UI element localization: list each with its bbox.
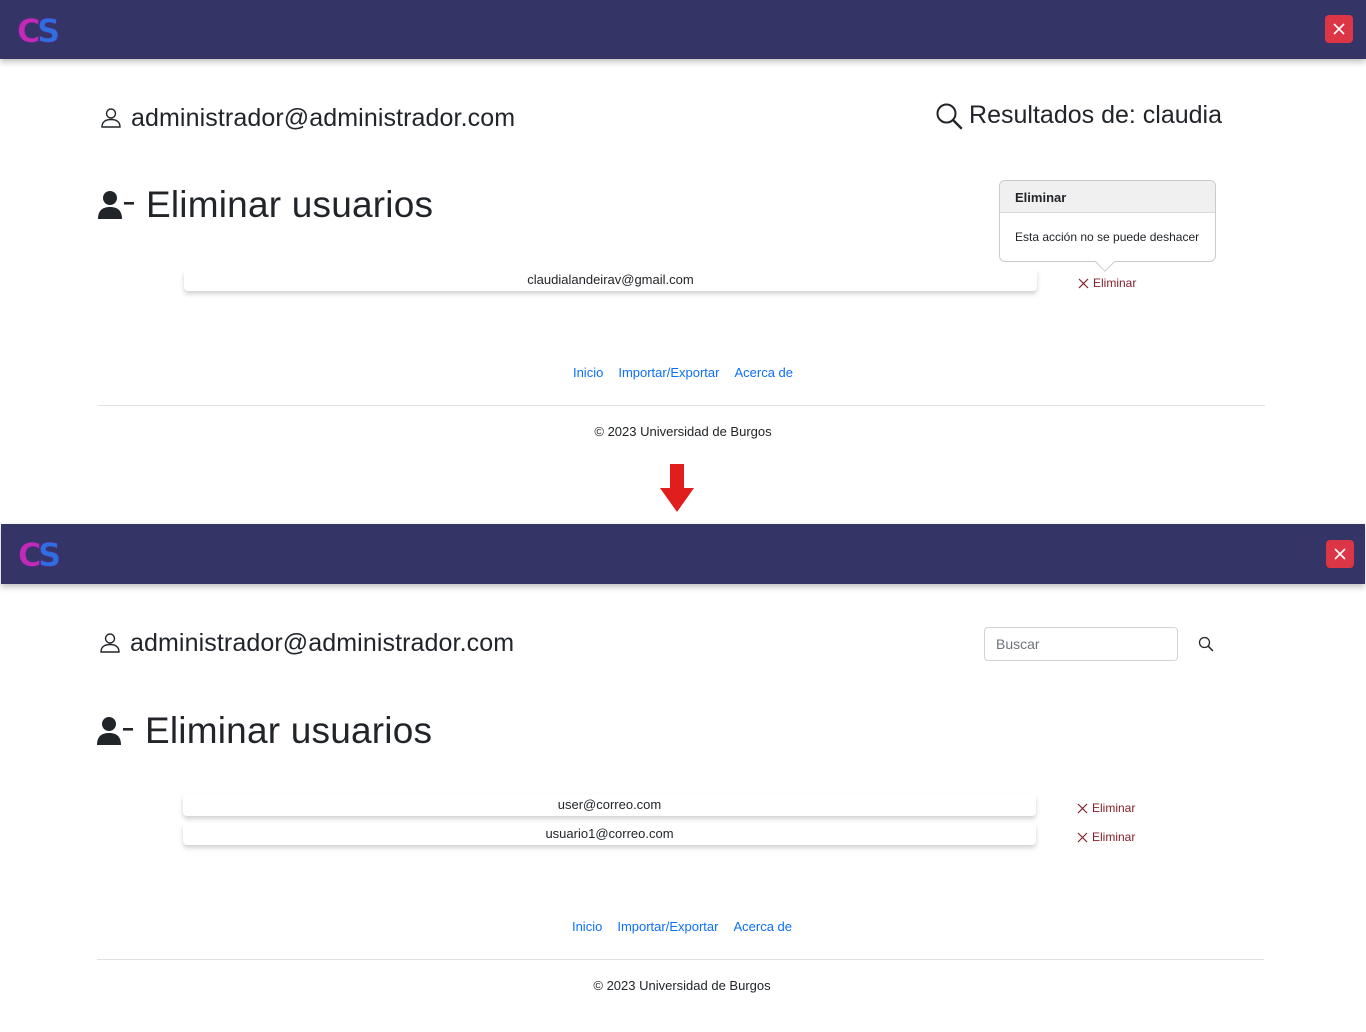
- user-email: administrador@administrador.com: [131, 103, 516, 132]
- popover-title: Eliminar: [1000, 181, 1215, 213]
- results-text: Resultados de: claudia: [969, 101, 1222, 129]
- popover-arrow: [1095, 252, 1115, 272]
- user-icon: [100, 633, 120, 653]
- x-icon: [1077, 832, 1088, 842]
- footer-divider: [98, 405, 1265, 406]
- screenshot-before: CS administrador@administrador.com Resul…: [0, 0, 1366, 462]
- footer-nav: Inicio Importar/Exportar Acerca de: [0, 365, 1366, 380]
- brand-logo[interactable]: CS: [16, 12, 76, 48]
- close-button[interactable]: [1325, 15, 1353, 43]
- footer-link-importar-exportar[interactable]: Importar/Exportar: [617, 919, 718, 934]
- user-row: usuario1@correo.com: [183, 823, 1036, 845]
- footer-link-inicio[interactable]: Inicio: [572, 919, 602, 934]
- x-icon: [1077, 803, 1088, 813]
- search-button[interactable]: [1196, 635, 1216, 655]
- user-minus-icon: [98, 191, 134, 219]
- navbar: CS: [1, 524, 1365, 584]
- current-user: administrador@administrador.com: [99, 626, 514, 660]
- copyright: © 2023 Universidad de Burgos: [593, 978, 771, 993]
- page-heading: Eliminar usuarios: [98, 184, 433, 226]
- screenshot-after: CS administrador@administrador.com Elimi…: [0, 524, 1366, 1032]
- copyright: © 2023 Universidad de Burgos: [594, 424, 772, 439]
- delete-label: Eliminar: [1092, 801, 1136, 815]
- footer-link-importar-exportar[interactable]: Importar/Exportar: [618, 365, 719, 380]
- footer-link-acerca-de[interactable]: Acerca de: [733, 919, 792, 934]
- close-icon: [1333, 23, 1345, 35]
- footer-nav: Inicio Importar/Exportar Acerca de: [0, 919, 1365, 934]
- delete-label: Eliminar: [1092, 830, 1136, 844]
- brand-logo[interactable]: CS: [17, 536, 77, 572]
- arrow-down-icon: [660, 464, 694, 512]
- logo-letter-c: CS: [17, 12, 60, 48]
- user-row: user@correo.com: [183, 794, 1036, 816]
- user-email: administrador@administrador.com: [130, 628, 515, 657]
- close-icon: [1334, 548, 1346, 560]
- user-icon: [101, 108, 121, 128]
- page-title: Eliminar usuarios: [145, 710, 433, 751]
- page-title: Eliminar usuarios: [146, 184, 434, 225]
- popover-body: Esta acción no se puede deshacer: [1015, 230, 1200, 244]
- delete-label: Eliminar: [1093, 276, 1137, 290]
- delete-user-link[interactable]: Eliminar: [1077, 829, 1135, 845]
- user-minus-icon: [97, 717, 133, 745]
- search-input[interactable]: [985, 628, 1177, 660]
- current-user: administrador@administrador.com: [100, 101, 515, 135]
- page-heading: Eliminar usuarios: [97, 710, 432, 752]
- x-icon: [1078, 278, 1089, 288]
- delete-user-link[interactable]: Eliminar: [1078, 275, 1136, 291]
- confirm-popover: Eliminar Esta acción no se puede deshace…: [999, 180, 1216, 272]
- delete-user-link[interactable]: Eliminar: [1077, 800, 1135, 816]
- footer-link-acerca-de[interactable]: Acerca de: [734, 365, 793, 380]
- footer-divider: [97, 959, 1264, 960]
- search-results-label: Resultados de: claudia: [935, 101, 1222, 130]
- search-box: [984, 627, 1178, 661]
- user-row: claudialandeirav@gmail.com: [184, 269, 1037, 291]
- close-button[interactable]: [1326, 540, 1354, 568]
- search-icon: [936, 103, 963, 129]
- footer-link-inicio[interactable]: Inicio: [573, 365, 603, 380]
- search-icon: [1198, 636, 1214, 651]
- navbar: CS: [0, 0, 1366, 59]
- logo-letter-c: CS: [18, 536, 61, 572]
